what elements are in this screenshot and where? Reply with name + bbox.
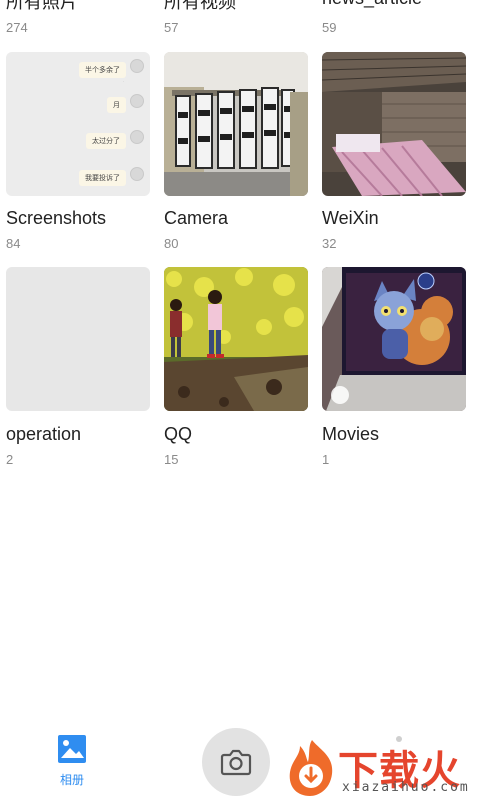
album-name: QQ bbox=[164, 424, 193, 444]
avatar bbox=[130, 94, 144, 108]
watermark-logo: 下载火 xiazaihuo.com bbox=[284, 736, 480, 800]
album-thumbnail[interactable] bbox=[322, 267, 466, 411]
tab-albums[interactable]: 相册 bbox=[48, 734, 96, 788]
album-camera[interactable] bbox=[164, 52, 308, 196]
album-count: 59 bbox=[322, 20, 337, 35]
album-name: news_article bbox=[322, 0, 422, 9]
album-name: Movies bbox=[322, 424, 380, 444]
chat-bubble: 太过分了 bbox=[86, 133, 126, 149]
image-icon bbox=[58, 735, 86, 763]
album-thumbnail[interactable]: 半个多余了 · 月 太过分了 我要投诉了 bbox=[6, 52, 150, 196]
album-movies[interactable] bbox=[322, 267, 466, 411]
camera-icon bbox=[220, 749, 252, 776]
chat-status: · bbox=[122, 79, 124, 84]
avatar bbox=[130, 59, 144, 73]
album-count: 2 bbox=[6, 452, 14, 467]
album-thumbnail[interactable] bbox=[164, 52, 308, 196]
album-count: 84 bbox=[6, 236, 21, 251]
album-qq[interactable] bbox=[164, 267, 308, 411]
album-count: 32 bbox=[322, 236, 337, 251]
album-count: 57 bbox=[164, 20, 179, 35]
chat-bubble: 月 bbox=[107, 97, 126, 113]
watermark-domain: xiazaihuo.com bbox=[342, 780, 470, 795]
avatar bbox=[130, 130, 144, 144]
album-name: operation bbox=[6, 424, 82, 444]
album-name: 所有照片 bbox=[6, 0, 78, 12]
album-name: WeiXin bbox=[322, 208, 379, 228]
album-operation[interactable] bbox=[6, 267, 150, 411]
album-name: Screenshots bbox=[6, 208, 107, 228]
camera-photo-image bbox=[164, 52, 308, 196]
album-weixin[interactable] bbox=[322, 52, 466, 196]
chat-bubble: 我要投诉了 bbox=[79, 170, 126, 186]
album-name: 所有视频 bbox=[164, 0, 236, 12]
album-count: 80 bbox=[164, 236, 179, 251]
album-count: 15 bbox=[164, 452, 179, 467]
album-screenshots[interactable]: 半个多余了 · 月 太过分了 我要投诉了 bbox=[6, 52, 150, 196]
album-thumbnail[interactable] bbox=[6, 267, 150, 411]
weixin-photo-image bbox=[322, 52, 466, 196]
camera-button[interactable] bbox=[202, 728, 270, 796]
qq-photo-image bbox=[164, 267, 308, 411]
flame-icon bbox=[289, 740, 333, 796]
album-count: 1 bbox=[322, 452, 330, 467]
album-name: Camera bbox=[164, 208, 229, 228]
avatar bbox=[130, 167, 144, 181]
movies-photo-image bbox=[322, 267, 466, 411]
album-thumbnail[interactable] bbox=[322, 52, 466, 196]
tab-albums-label: 相册 bbox=[59, 773, 84, 787]
album-count: 274 bbox=[6, 20, 28, 35]
chat-bubble: 半个多余了 bbox=[79, 62, 126, 78]
album-thumbnail[interactable] bbox=[164, 267, 308, 411]
